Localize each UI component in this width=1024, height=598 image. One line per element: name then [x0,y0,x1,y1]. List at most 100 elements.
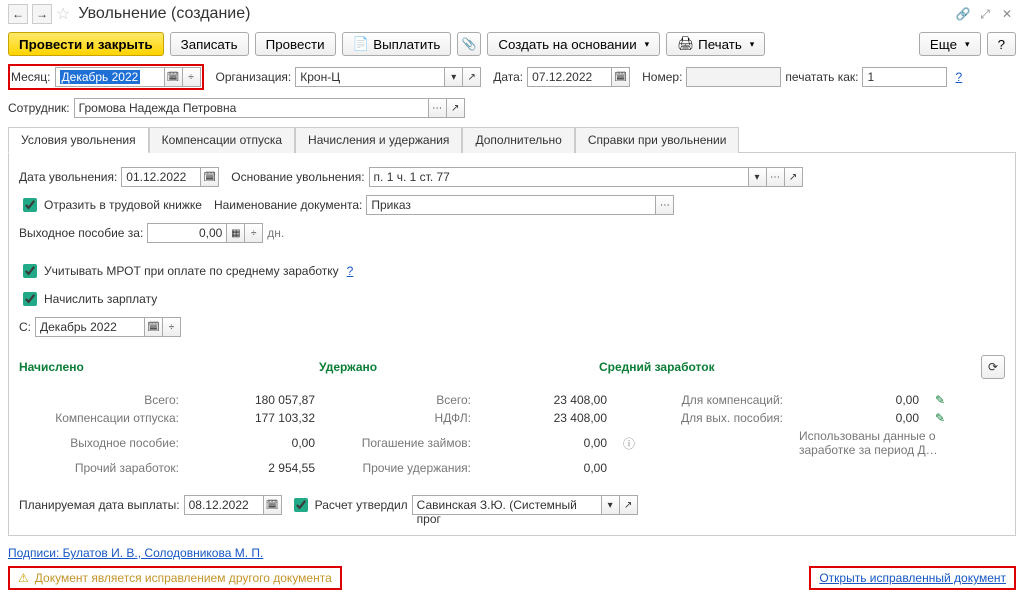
withheld-total-val: 23 408,00 [487,393,607,407]
workbook-checkbox[interactable] [23,198,37,212]
avg-header: Средний заработок [599,360,977,374]
attach-button[interactable]: 📎 [457,32,481,56]
fire-date-calendar-icon[interactable]: 🗓 [201,167,219,187]
tab-additional[interactable]: Дополнительно [462,127,574,153]
print-icon: 🖨 [677,36,694,52]
severance-input[interactable]: 0,00 [147,223,227,243]
other-earn-label: Прочий заработок: [19,461,179,475]
accrued-header: Начислено [19,360,315,374]
basis-drop-icon[interactable]: ▾ [749,167,767,187]
org-drop-icon[interactable]: ▾ [445,67,463,87]
help-button[interactable]: ? [987,32,1016,56]
number-label: Номер: [642,70,682,84]
approved-drop-icon[interactable]: ▾ [602,495,620,515]
basis-input[interactable]: п. 1 ч. 1 ст. 77 [369,167,749,187]
docname-label: Наименование документа: [214,198,362,212]
org-label: Организация: [216,70,292,84]
comp-label: Компенсации отпуска: [19,411,179,425]
severance-spin-icon[interactable]: ÷ [245,223,263,243]
employee-dots-icon[interactable]: ⋯ [429,98,447,118]
more-button[interactable]: Еще [919,32,981,56]
since-spin-icon[interactable]: ÷ [163,317,181,337]
favorite-star-icon[interactable]: ☆ [56,4,70,24]
plan-date-label: Планируемая дата выплаты: [19,498,180,512]
mrot-label: Учитывать МРОТ при оплате по среднему за… [44,264,339,278]
for-sev-edit-icon[interactable]: ✎ [935,411,959,425]
warning-icon: ⚠ [18,571,29,585]
org-open-icon[interactable]: ↗ [463,67,481,87]
month-label: Месяц: [11,70,51,84]
for-comp-label: Для компенсаций: [623,393,783,407]
severance-unit: дн. [267,226,284,240]
severance-calc-icon[interactable]: ▦ [227,223,245,243]
other-earn-val: 2 954,55 [195,461,315,475]
fire-date-input[interactable]: 01.12.2022 [121,167,201,187]
approved-input[interactable]: Савинская З.Ю. (Системный прог [412,495,602,515]
calc-salary-checkbox[interactable] [23,292,37,306]
date-calendar-icon[interactable]: 🗓 [612,67,630,87]
mrot-checkbox[interactable] [23,264,37,278]
for-comp-val: 0,00 [799,393,919,407]
signatures-link[interactable]: Подписи: Булатов И. В., Солодовникова М.… [8,546,263,560]
ndfl-label: НДФЛ: [331,411,471,425]
approved-checkbox[interactable] [294,498,308,512]
month-calendar-icon[interactable]: 🗓 [165,67,183,87]
tab-accruals[interactable]: Начисления и удержания [295,127,462,153]
basis-label: Основание увольнения: [231,170,364,184]
other-with-val: 0,00 [487,461,607,475]
employee-input[interactable]: Громова Надежда Петровна [74,98,429,118]
basis-dots-icon[interactable]: ⋯ [767,167,785,187]
comp-val: 177 103,32 [195,411,315,425]
number-input[interactable] [686,67,781,87]
close-icon[interactable]: ✕ [998,5,1016,23]
pay-button[interactable]: 📄Выплатить [342,32,452,56]
approved-label: Расчет утвердил [315,498,408,512]
loan-label: Погашение займов: [331,436,471,450]
docname-input[interactable]: Приказ [366,195,656,215]
for-sev-label: Для вых. пособия: [623,411,783,425]
since-calendar-icon[interactable]: 🗓 [145,317,163,337]
tab-conditions[interactable]: Условия увольнения [8,127,149,153]
since-input[interactable]: Декабрь 2022 [35,317,145,337]
other-with-label: Прочие удержания: [331,461,471,475]
link-icon[interactable]: 🔗 [954,5,972,23]
printas-help[interactable]: ? [955,70,962,84]
calc-salary-label: Начислить зарплату [44,292,157,306]
date-input[interactable]: 07.12.2022 [527,67,612,87]
month-input[interactable]: Декабрь 2022 [55,67,165,87]
ndfl-val: 23 408,00 [487,411,607,425]
post-and-close-button[interactable]: Провести и закрыть [8,32,164,56]
write-button[interactable]: Записать [170,32,249,56]
correction-warning: ⚠ Документ является исправлением другого… [8,566,342,590]
open-corrected-link[interactable]: Открыть исправленный документ [819,571,1006,585]
sev-total-label: Выходное пособие: [19,436,179,450]
employee-open-icon[interactable]: ↗ [447,98,465,118]
tab-references[interactable]: Справки при увольнении [575,127,740,153]
workbook-label: Отразить в трудовой книжке [44,198,202,212]
loan-val: 0,00 [487,436,607,450]
shrink-icon[interactable]: ⤢ [976,5,994,23]
window-title: Увольнение (создание) [78,5,250,23]
printas-input[interactable]: 1 [862,67,947,87]
basis-open-icon[interactable]: ↗ [785,167,803,187]
date-label: Дата: [493,70,523,84]
post-button[interactable]: Провести [255,32,336,56]
nav-forward[interactable]: → [32,4,52,24]
refresh-button[interactable]: ⟳ [981,355,1005,379]
tab-vacation-comp[interactable]: Компенсации отпуска [149,127,295,153]
org-input[interactable]: Крон-Ц [295,67,445,87]
info-icon: ⓘ [623,435,783,452]
for-comp-edit-icon[interactable]: ✎ [935,393,959,407]
month-spin-icon[interactable]: ÷ [183,67,201,87]
info-text: Использованы данные о заработке за перио… [799,429,959,457]
nav-back[interactable]: ← [8,4,28,24]
docname-dots-icon[interactable]: ⋯ [656,195,674,215]
plan-date-calendar-icon[interactable]: 🗓 [264,495,282,515]
accrued-total-label: Всего: [19,393,179,407]
approved-open-icon[interactable]: ↗ [620,495,638,515]
plan-date-input[interactable]: 08.12.2022 [184,495,264,515]
mrot-help[interactable]: ? [347,264,354,278]
create-based-on-button[interactable]: Создать на основании [487,32,660,56]
print-button[interactable]: 🖨Печать [666,32,765,56]
for-sev-val: 0,00 [799,411,919,425]
